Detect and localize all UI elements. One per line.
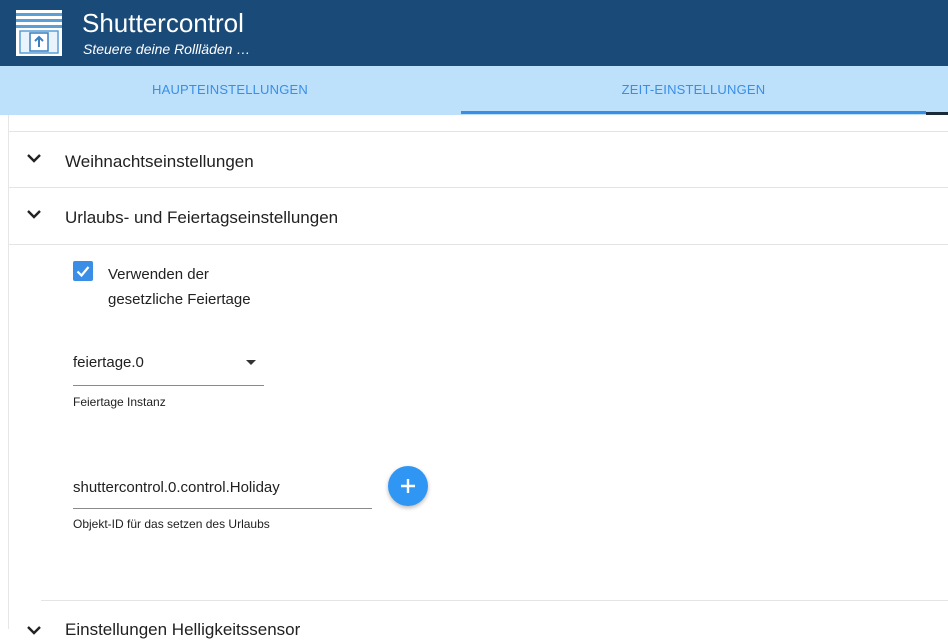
shutter-logo-icon bbox=[16, 10, 62, 56]
holiday-object-id-input[interactable]: shuttercontrol.0.control.Holiday bbox=[73, 479, 280, 496]
add-object-id-button[interactable] bbox=[388, 466, 428, 506]
chevron-down-icon bbox=[27, 210, 41, 219]
tab-bar: HAUPTEINSTELLUNGEN ZEIT-EINSTELLUNGEN bbox=[0, 66, 948, 115]
tab-main-settings[interactable]: HAUPTEINSTELLUNGEN bbox=[0, 66, 460, 115]
use-holidays-checkbox[interactable] bbox=[73, 261, 93, 281]
use-holidays-label: Verwenden der gesetzliche Feiertage bbox=[108, 266, 251, 308]
holiday-instance-helper: Feiertage Instanz bbox=[73, 395, 166, 409]
section-christmas-label: Weihnachtseinstellungen bbox=[65, 152, 254, 171]
plus-icon bbox=[401, 479, 415, 493]
section-christmas[interactable]: Weihnachtseinstellungen bbox=[9, 132, 948, 188]
settings-content: Weihnachtseinstellungen Urlaubs- und Fei… bbox=[0, 115, 948, 639]
section-brightness-label[interactable]: Einstellungen Helligkeitssensor bbox=[65, 620, 300, 640]
input-underline bbox=[73, 508, 372, 509]
divider bbox=[9, 244, 948, 245]
holiday-object-id-helper: Objekt-ID für das setzen des Urlaubs bbox=[73, 517, 270, 531]
section-holiday[interactable]: Urlaubs- und Feiertagseinstellungen bbox=[9, 188, 948, 244]
select-underline bbox=[73, 385, 264, 386]
app-subtitle: Steuere deine Rollläden … bbox=[83, 41, 251, 57]
section-holiday-label: Urlaubs- und Feiertagseinstellungen bbox=[65, 208, 339, 227]
holiday-instance-select[interactable]: feiertage.0 bbox=[73, 354, 144, 371]
dropdown-arrow-icon[interactable] bbox=[246, 360, 256, 365]
app-title: Shuttercontrol bbox=[82, 8, 244, 38]
tab-time-settings[interactable]: ZEIT-EINSTELLUNGEN bbox=[461, 66, 926, 115]
chevron-down-icon[interactable] bbox=[26, 622, 42, 638]
chevron-down-icon bbox=[27, 154, 41, 163]
active-tab-indicator bbox=[461, 111, 926, 114]
app-header: Shuttercontrol Steuere deine Rollläden … bbox=[0, 0, 948, 66]
divider bbox=[41, 600, 948, 601]
check-icon bbox=[76, 266, 90, 278]
